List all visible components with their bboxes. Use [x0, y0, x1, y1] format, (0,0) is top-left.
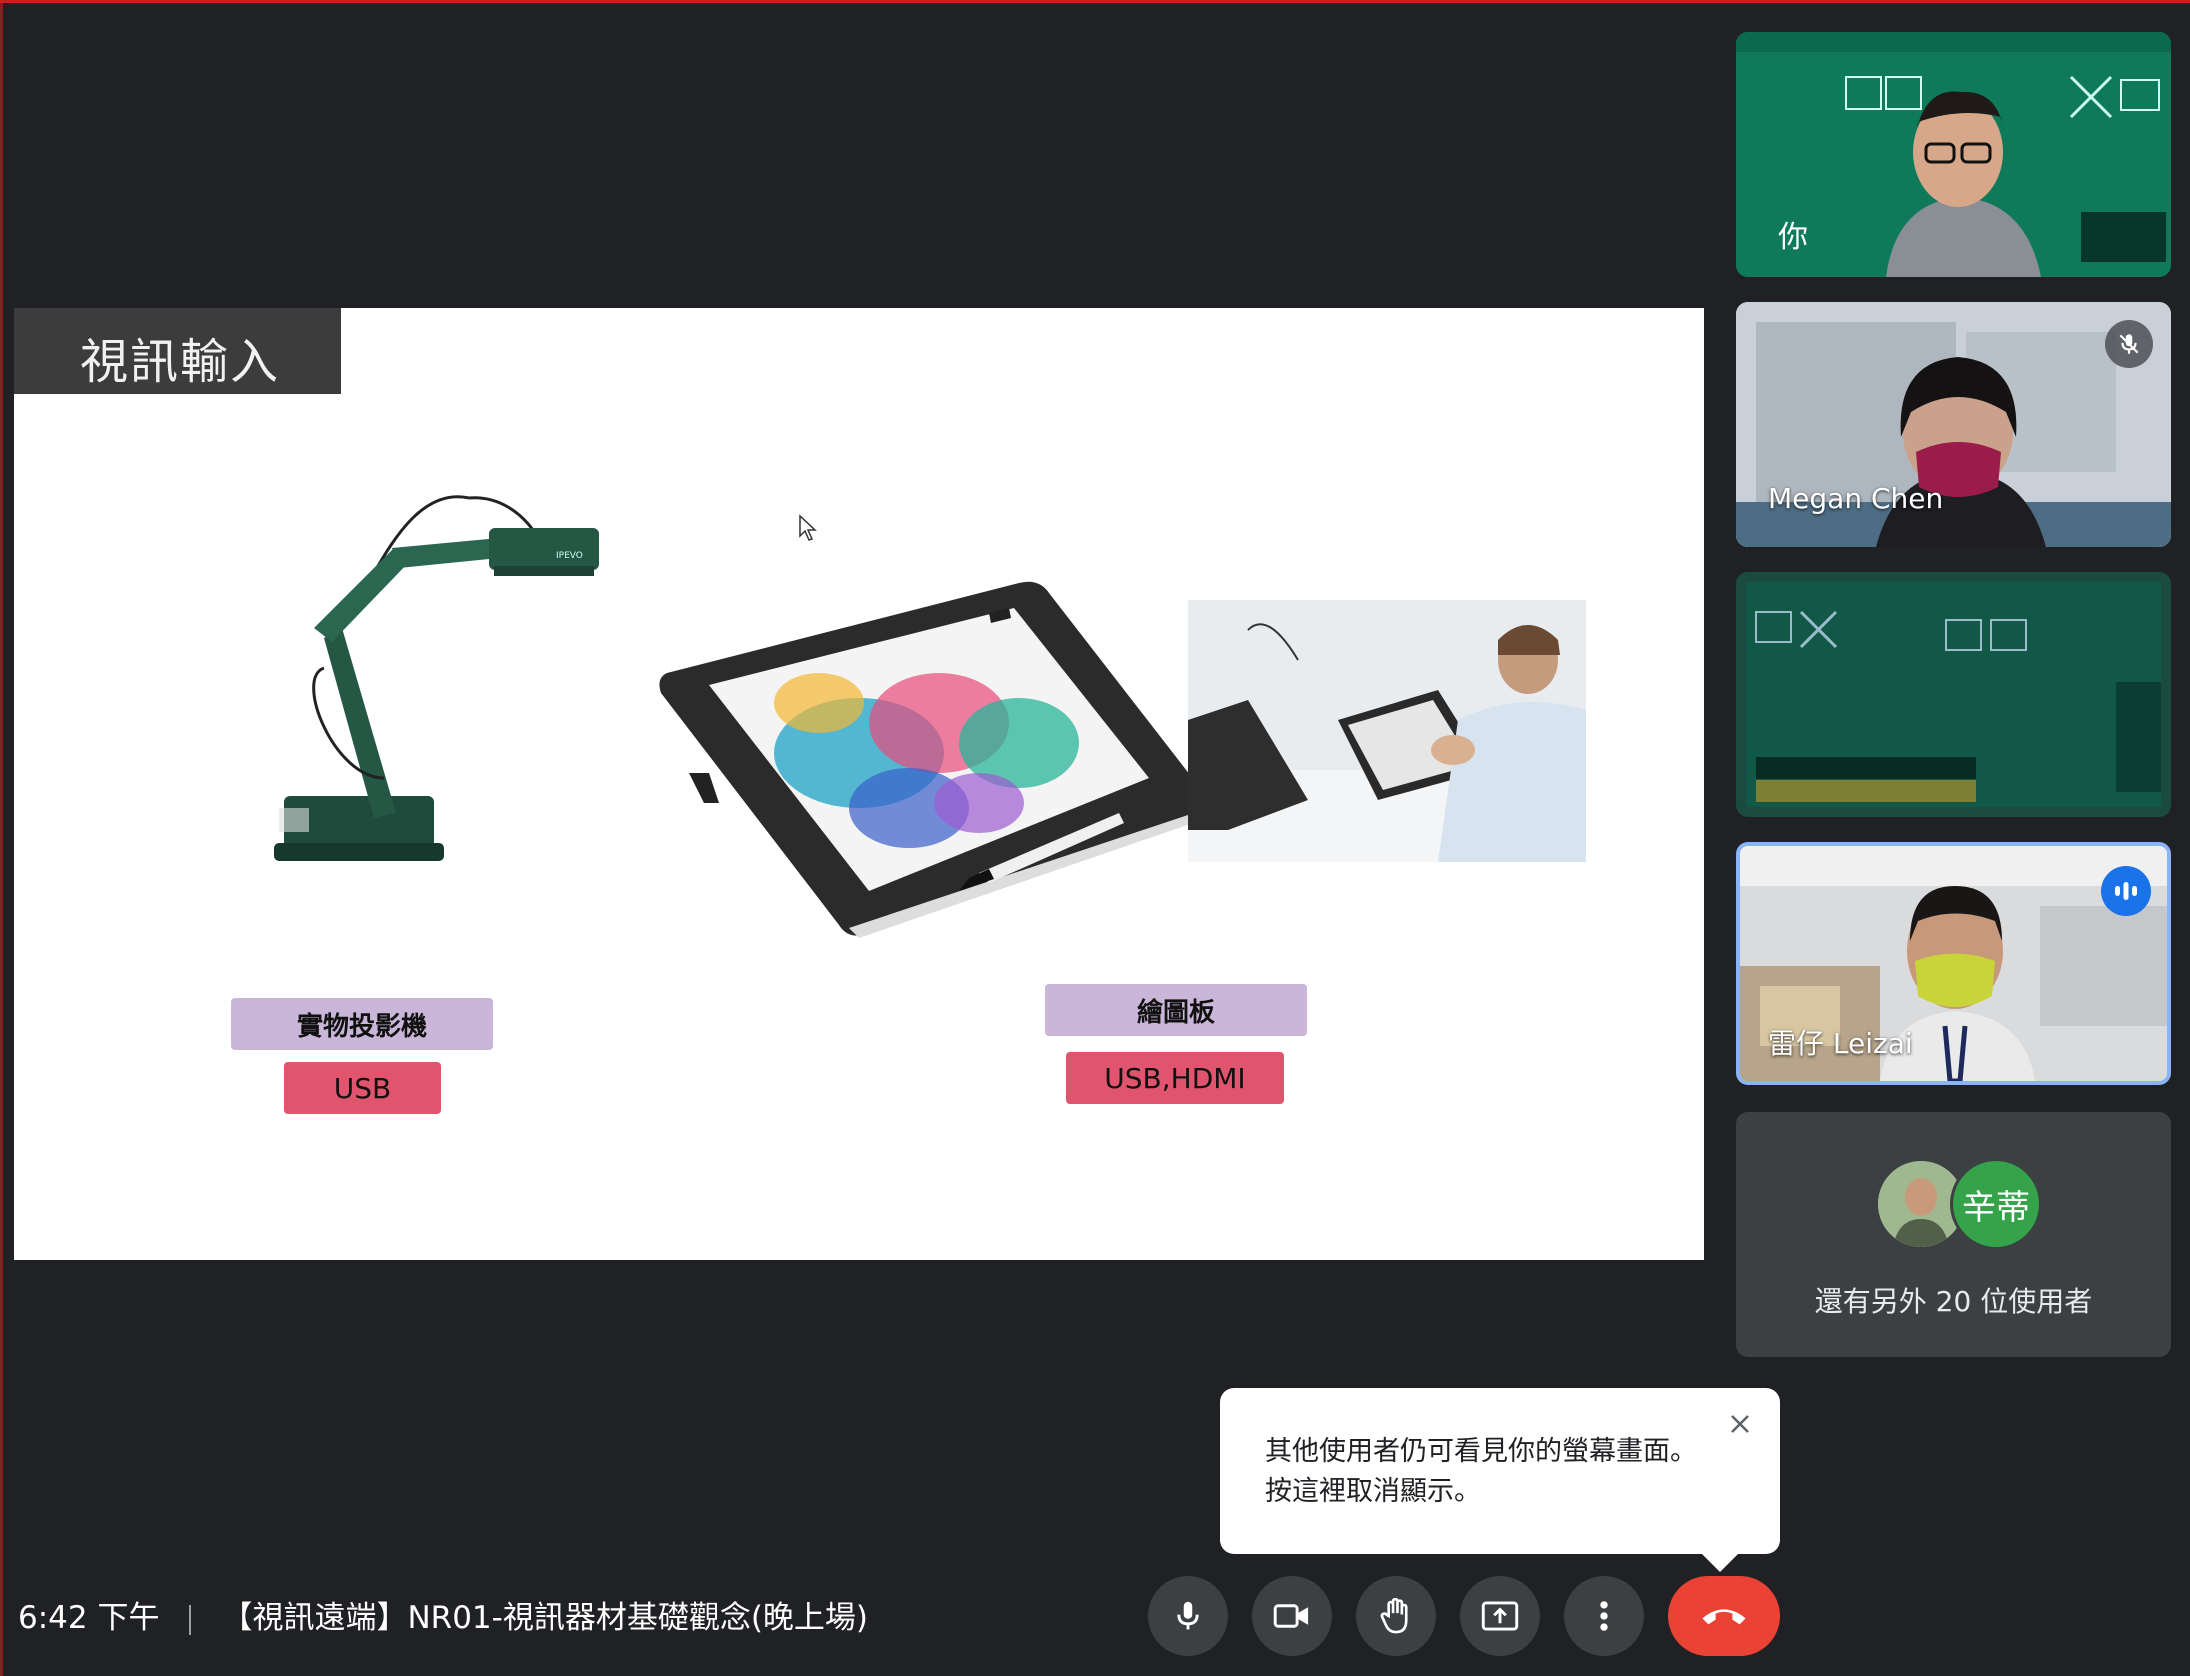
- screen-visible-tooltip[interactable]: 其他使用者仍可看見你的螢幕畫面。 按這裡取消顯示。: [1220, 1388, 1780, 1572]
- present-screen-button[interactable]: [1460, 1576, 1540, 1656]
- document-camera-image: IPEVO: [274, 495, 599, 861]
- meeting-title: 【視訊遠端】NR01-視訊器材基礎觀念(晚上場): [221, 1600, 869, 1636]
- screen-share-preview-tile[interactable]: [1736, 572, 2171, 817]
- raise-hand-icon: [1380, 1597, 1408, 1634]
- present-screen-icon: [1481, 1601, 1519, 1631]
- raise-hand-button[interactable]: [1356, 1576, 1436, 1656]
- more-participants-text: 還有另外 20 位使用者: [1814, 1285, 2093, 1318]
- tooltip-text: 其他使用者仍可看見你的螢幕畫面。 按這裡取消顯示。: [1265, 1432, 1697, 1512]
- self-video-tile[interactable]: 你: [1736, 32, 2171, 277]
- window-top-border: [0, 0, 2190, 3]
- microphone-button[interactable]: [1148, 1576, 1228, 1656]
- participant-tile-megan[interactable]: Megan Chen: [1736, 302, 2171, 547]
- screen-share-preview: [1736, 572, 2171, 817]
- mic-muted-icon: [2105, 320, 2153, 368]
- participant-name-megan: Megan Chen: [1768, 482, 1944, 515]
- slide-title-box: 視訊輸入: [14, 308, 341, 394]
- close-icon[interactable]: [1720, 1404, 1760, 1444]
- meeting-time: 6:42 下午: [18, 1600, 160, 1636]
- mouse-cursor-icon: [799, 514, 817, 541]
- leave-call-button[interactable]: [1668, 1576, 1780, 1656]
- tooltip-line-2: 按這裡取消顯示。: [1265, 1476, 1481, 1507]
- drawing-tablet-label: 繪圖板: [1045, 984, 1307, 1036]
- speaking-indicator-icon: [2101, 866, 2151, 916]
- participant-tile-leizai[interactable]: 雷仔 Leizai: [1736, 842, 2171, 1085]
- camera-button[interactable]: [1252, 1576, 1332, 1656]
- more-participants-tile[interactable]: 辛蒂 還有另外 20 位使用者: [1736, 1112, 2171, 1357]
- presentation-slide: 視訊輸入 IPEVO 實物投影機 USB 繪圖板 USB,HDMI: [14, 308, 1704, 1260]
- divider: [189, 1604, 192, 1635]
- window-left-border: [0, 0, 3, 1676]
- self-tile-label: 你: [1778, 220, 1808, 255]
- slide-title: 視訊輸入: [80, 334, 281, 390]
- camera-icon: [1273, 1604, 1309, 1628]
- svg-text:IPEVO: IPEVO: [556, 551, 583, 561]
- tooltip-line-1: 其他使用者仍可看見你的螢幕畫面。: [1265, 1436, 1697, 1467]
- tablet-usage-photo: [1188, 600, 1586, 862]
- hang-up-icon: [1702, 1609, 1746, 1625]
- doc-camera-label: 實物投影機: [231, 998, 493, 1050]
- doc-camera-port: USB: [284, 1062, 441, 1114]
- drawing-tablet-port: USB,HDMI: [1066, 1052, 1284, 1104]
- participant-avatar-initials: 辛蒂: [1950, 1158, 2042, 1250]
- meeting-info: 6:42 下午 【視訊遠端】NR01-視訊器材基礎觀念(晚上場): [18, 1592, 868, 1637]
- microphone-icon: [1177, 1601, 1199, 1630]
- participant-name-leizai: 雷仔 Leizai: [1768, 1027, 1913, 1060]
- drawing-tablet-image: [659, 581, 1204, 938]
- tooltip-arrow: [1700, 1552, 1740, 1572]
- more-vert-icon: [1600, 1601, 1608, 1631]
- more-options-button[interactable]: [1564, 1576, 1644, 1656]
